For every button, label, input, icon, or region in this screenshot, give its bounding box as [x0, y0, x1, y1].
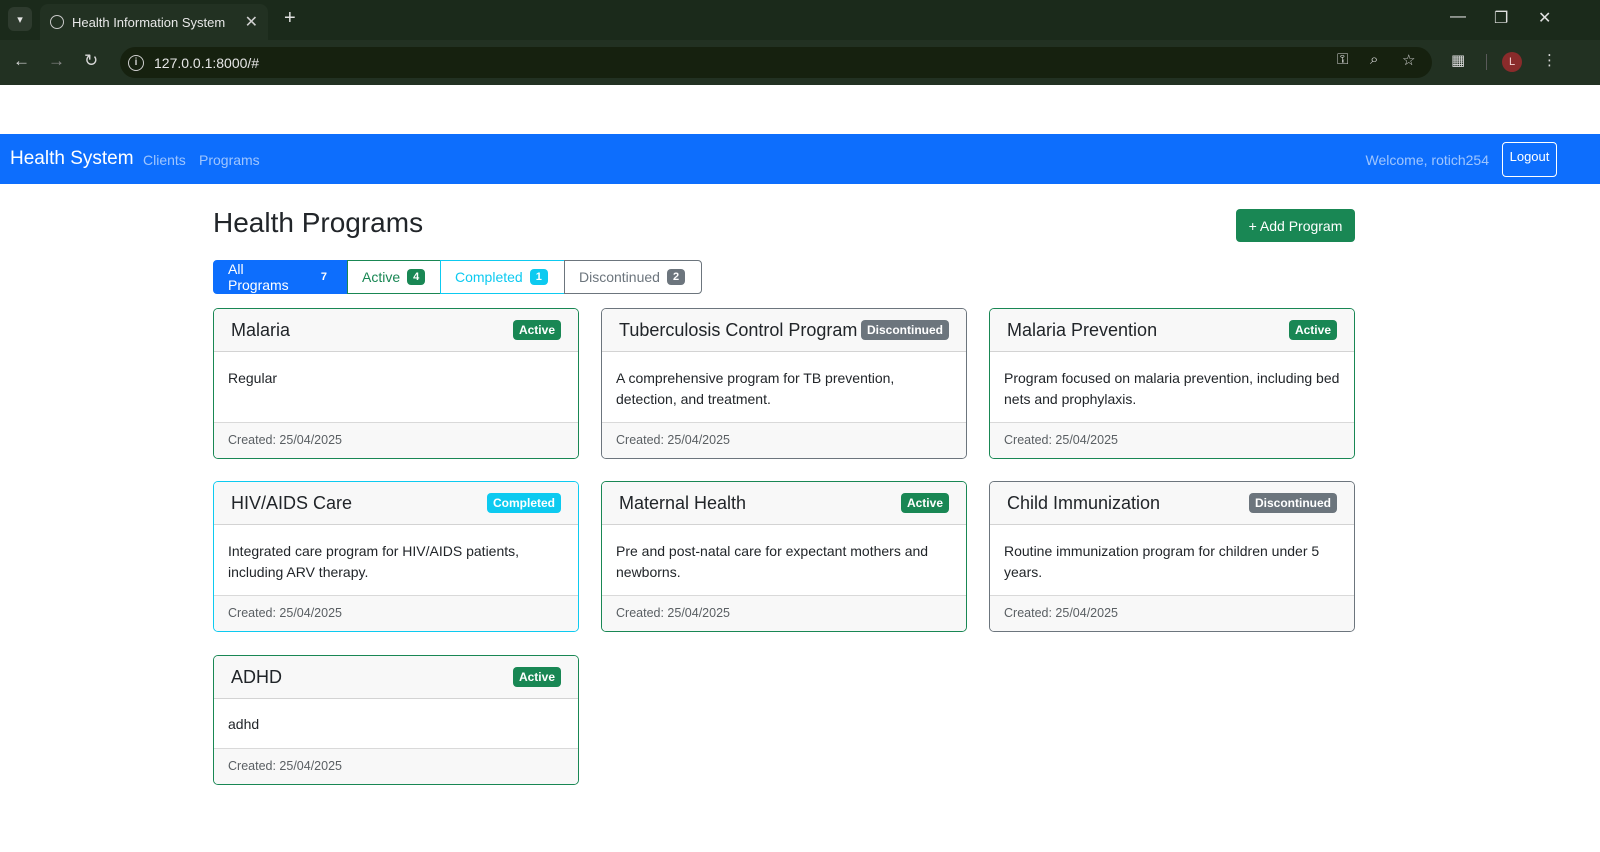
extensions-icon[interactable]: ▦: [1451, 51, 1465, 69]
logout-button[interactable]: Logout: [1502, 142, 1557, 177]
status-badge: Discontinued: [860, 320, 949, 340]
welcome-text: Welcome, rotich254: [1365, 152, 1489, 168]
card-header: Child Immunization Discontinued: [990, 482, 1354, 525]
status-badge: Active: [1288, 320, 1337, 340]
program-name: Child Immunization: [1007, 493, 1161, 513]
tab-title: Health Information System: [72, 14, 226, 30]
program-description: A comprehensive program for TB preventio…: [602, 352, 966, 423]
program-card[interactable]: ADHD Active adhd Created: 25/04/2025: [213, 655, 579, 785]
zoom-icon[interactable]: ⌕: [1370, 51, 1378, 68]
filter-discontinued[interactable]: Discontinued 2: [564, 260, 702, 294]
bookmark-star-icon[interactable]: ☆: [1402, 51, 1415, 69]
created-date: Created: 25/04/2025: [214, 749, 578, 784]
browser-titlebar: ▾ Health Information System ✕ + — ❐ ✕: [0, 0, 1600, 40]
forward-icon[interactable]: →: [48, 51, 65, 71]
card-header: Malaria Active: [214, 309, 578, 352]
card-header: ADHD Active: [214, 656, 578, 699]
card-header: Maternal Health Active: [602, 482, 966, 525]
password-key-icon[interactable]: ⚿: [1337, 51, 1348, 68]
created-date: Created: 25/04/2025: [214, 596, 578, 631]
new-tab-icon[interactable]: +: [284, 8, 296, 28]
close-tab-icon[interactable]: ✕: [245, 12, 258, 32]
filter-active[interactable]: Active 4: [347, 260, 441, 294]
status-filter-group: All Programs 7 Active 4 Completed 1 Disc…: [213, 260, 702, 294]
program-card[interactable]: Malaria Prevention Active Program focuse…: [989, 308, 1355, 459]
restore-icon[interactable]: ❐: [1494, 8, 1508, 28]
reload-icon[interactable]: ↻: [84, 51, 98, 71]
add-program-button[interactable]: + Add Program: [1236, 209, 1355, 242]
created-date: Created: 25/04/2025: [602, 596, 966, 631]
filter-label: Active: [362, 269, 401, 285]
site-info-icon[interactable]: i: [128, 54, 144, 71]
program-description: adhd: [214, 699, 578, 749]
program-name: HIV/AIDS Care: [231, 493, 353, 513]
filter-all-programs[interactable]: All Programs 7: [213, 260, 348, 294]
created-date: Created: 25/04/2025: [602, 423, 966, 458]
browser-toolbar: ← → ↻ i 127.0.0.1:8000/# ⚿ ⌕ ☆ ▦ ⋮: [0, 40, 1600, 85]
tab-search-chevron-icon[interactable]: ▾: [8, 7, 32, 31]
program-name: Malaria: [231, 320, 291, 340]
browser-menu-icon[interactable]: ⋮: [1542, 51, 1557, 69]
program-description: Routine immunization program for childre…: [990, 525, 1354, 596]
program-description: Pre and post-natal care for expectant mo…: [602, 525, 966, 596]
filter-count-badge: 1: [529, 269, 548, 285]
created-date: Created: 25/04/2025: [214, 423, 578, 458]
program-description: Regular: [214, 352, 578, 423]
filter-count-badge: 4: [407, 269, 426, 285]
filter-completed[interactable]: Completed 1: [440, 260, 565, 294]
program-card[interactable]: Malaria Active Regular Created: 25/04/20…: [213, 308, 579, 459]
status-badge: Active: [900, 493, 949, 513]
filter-count-badge: 2: [666, 269, 686, 285]
program-name: Tuberculosis Control Program: [619, 320, 858, 340]
nav-link-programs[interactable]: Programs: [199, 152, 260, 168]
card-header: Tuberculosis Control Program Discontinue…: [602, 309, 966, 352]
minimize-icon[interactable]: —: [1450, 8, 1466, 26]
status-badge: Discontinued: [1248, 493, 1337, 513]
card-header: Malaria Prevention Active: [990, 309, 1354, 352]
status-badge: Completed: [486, 493, 561, 513]
program-description: Integrated care program for HIV/AIDS pat…: [214, 525, 578, 596]
status-badge: Active: [512, 320, 561, 340]
address-bar[interactable]: i 127.0.0.1:8000/#: [120, 47, 1432, 78]
close-window-icon[interactable]: ✕: [1538, 8, 1551, 28]
profile-avatar[interactable]: L: [1502, 52, 1522, 72]
program-name: ADHD: [231, 667, 283, 687]
browser-tab[interactable]: Health Information System ✕: [40, 4, 268, 40]
program-description: Program focused on malaria prevention, i…: [990, 352, 1354, 423]
card-header: HIV/AIDS Care Completed: [214, 482, 578, 525]
url-text: 127.0.0.1:8000/#: [154, 54, 260, 71]
program-card[interactable]: Maternal Health Active Pre and post-nata…: [601, 481, 967, 632]
program-card[interactable]: Child Immunization Discontinued Routine …: [989, 481, 1355, 632]
program-card[interactable]: Tuberculosis Control Program Discontinue…: [601, 308, 967, 459]
toolbar-divider: [1486, 54, 1487, 70]
filter-label: Discontinued: [579, 269, 660, 285]
program-card[interactable]: HIV/AIDS Care Completed Integrated care …: [213, 481, 579, 632]
filter-count-badge: 7: [314, 269, 333, 285]
page-title: Health Programs: [213, 207, 424, 238]
created-date: Created: 25/04/2025: [990, 596, 1354, 631]
back-icon[interactable]: ←: [13, 51, 30, 71]
program-name: Maternal Health: [619, 493, 747, 513]
created-date: Created: 25/04/2025: [990, 423, 1354, 458]
program-name: Malaria Prevention: [1007, 320, 1158, 340]
filter-label: All Programs: [228, 261, 289, 293]
nav-link-clients[interactable]: Clients: [143, 152, 186, 168]
filter-label: Completed: [455, 269, 523, 285]
globe-icon: [50, 15, 64, 29]
app-navbar: Health System Clients Programs Welcome, …: [0, 134, 1600, 184]
brand-link[interactable]: Health System: [10, 148, 134, 170]
status-badge: Active: [512, 667, 561, 687]
